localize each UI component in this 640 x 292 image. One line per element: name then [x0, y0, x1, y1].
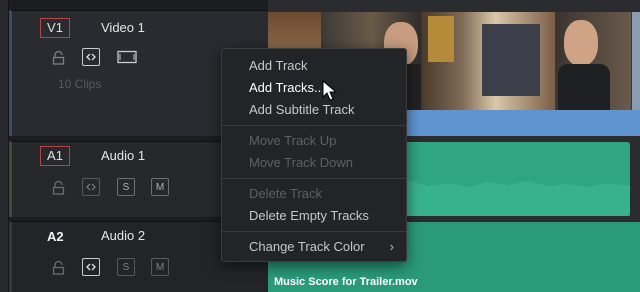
audio-clip-name: Music Score for Trailer.mov [274, 276, 418, 288]
solo-button[interactable]: S [117, 258, 135, 276]
menu-separator [222, 178, 406, 179]
track-name-audio-1[interactable]: Audio 1 [101, 148, 145, 163]
solo-button[interactable]: S [117, 178, 135, 196]
menu-item-add-track[interactable]: Add Track [222, 55, 406, 77]
mute-button[interactable]: M [151, 178, 169, 196]
clip-thumbnail [556, 12, 632, 110]
menu-separator [222, 231, 406, 232]
menu-item-move-track-down[interactable]: Move Track Down [222, 152, 406, 174]
menu-item-add-subtitle-track[interactable]: Add Subtitle Track [222, 99, 406, 121]
menu-item-move-track-up[interactable]: Move Track Up [222, 130, 406, 152]
track-badge-v1[interactable]: V1 [40, 18, 70, 38]
menu-item-label: Change Track Color [249, 239, 365, 254]
cursor-icon [322, 80, 338, 101]
submenu-arrow-icon: › [389, 239, 394, 254]
auto-select-icon[interactable] [82, 258, 100, 276]
clip-thumbnail [422, 12, 556, 110]
track-badge-a1[interactable]: A1 [40, 146, 70, 166]
track-badge-a2[interactable]: A2 [40, 227, 71, 247]
menu-item-delete-empty-tracks[interactable]: Delete Empty Tracks [222, 205, 406, 227]
mute-button[interactable]: M [151, 258, 169, 276]
track-context-menu: Add Track Add Tracks... Add Subtitle Tra… [221, 48, 407, 262]
menu-item-add-tracks[interactable]: Add Tracks... [222, 77, 406, 99]
monitor-icon[interactable] [117, 48, 137, 66]
track-name-audio-2[interactable]: Audio 2 [101, 228, 145, 243]
lock-icon[interactable] [50, 49, 66, 67]
auto-select-icon[interactable] [82, 48, 100, 66]
lock-icon[interactable] [50, 179, 66, 197]
track-name-video-1[interactable]: Video 1 [101, 20, 145, 35]
lock-icon[interactable] [50, 259, 66, 277]
clip-count: 10 Clips [58, 77, 102, 91]
auto-select-icon[interactable] [82, 178, 100, 196]
left-gutter [0, 0, 9, 292]
menu-separator [222, 125, 406, 126]
clip-thumbnail [632, 12, 640, 110]
menu-item-delete-track[interactable]: Delete Track [222, 183, 406, 205]
menu-item-change-track-color[interactable]: Change Track Color › [222, 236, 406, 258]
